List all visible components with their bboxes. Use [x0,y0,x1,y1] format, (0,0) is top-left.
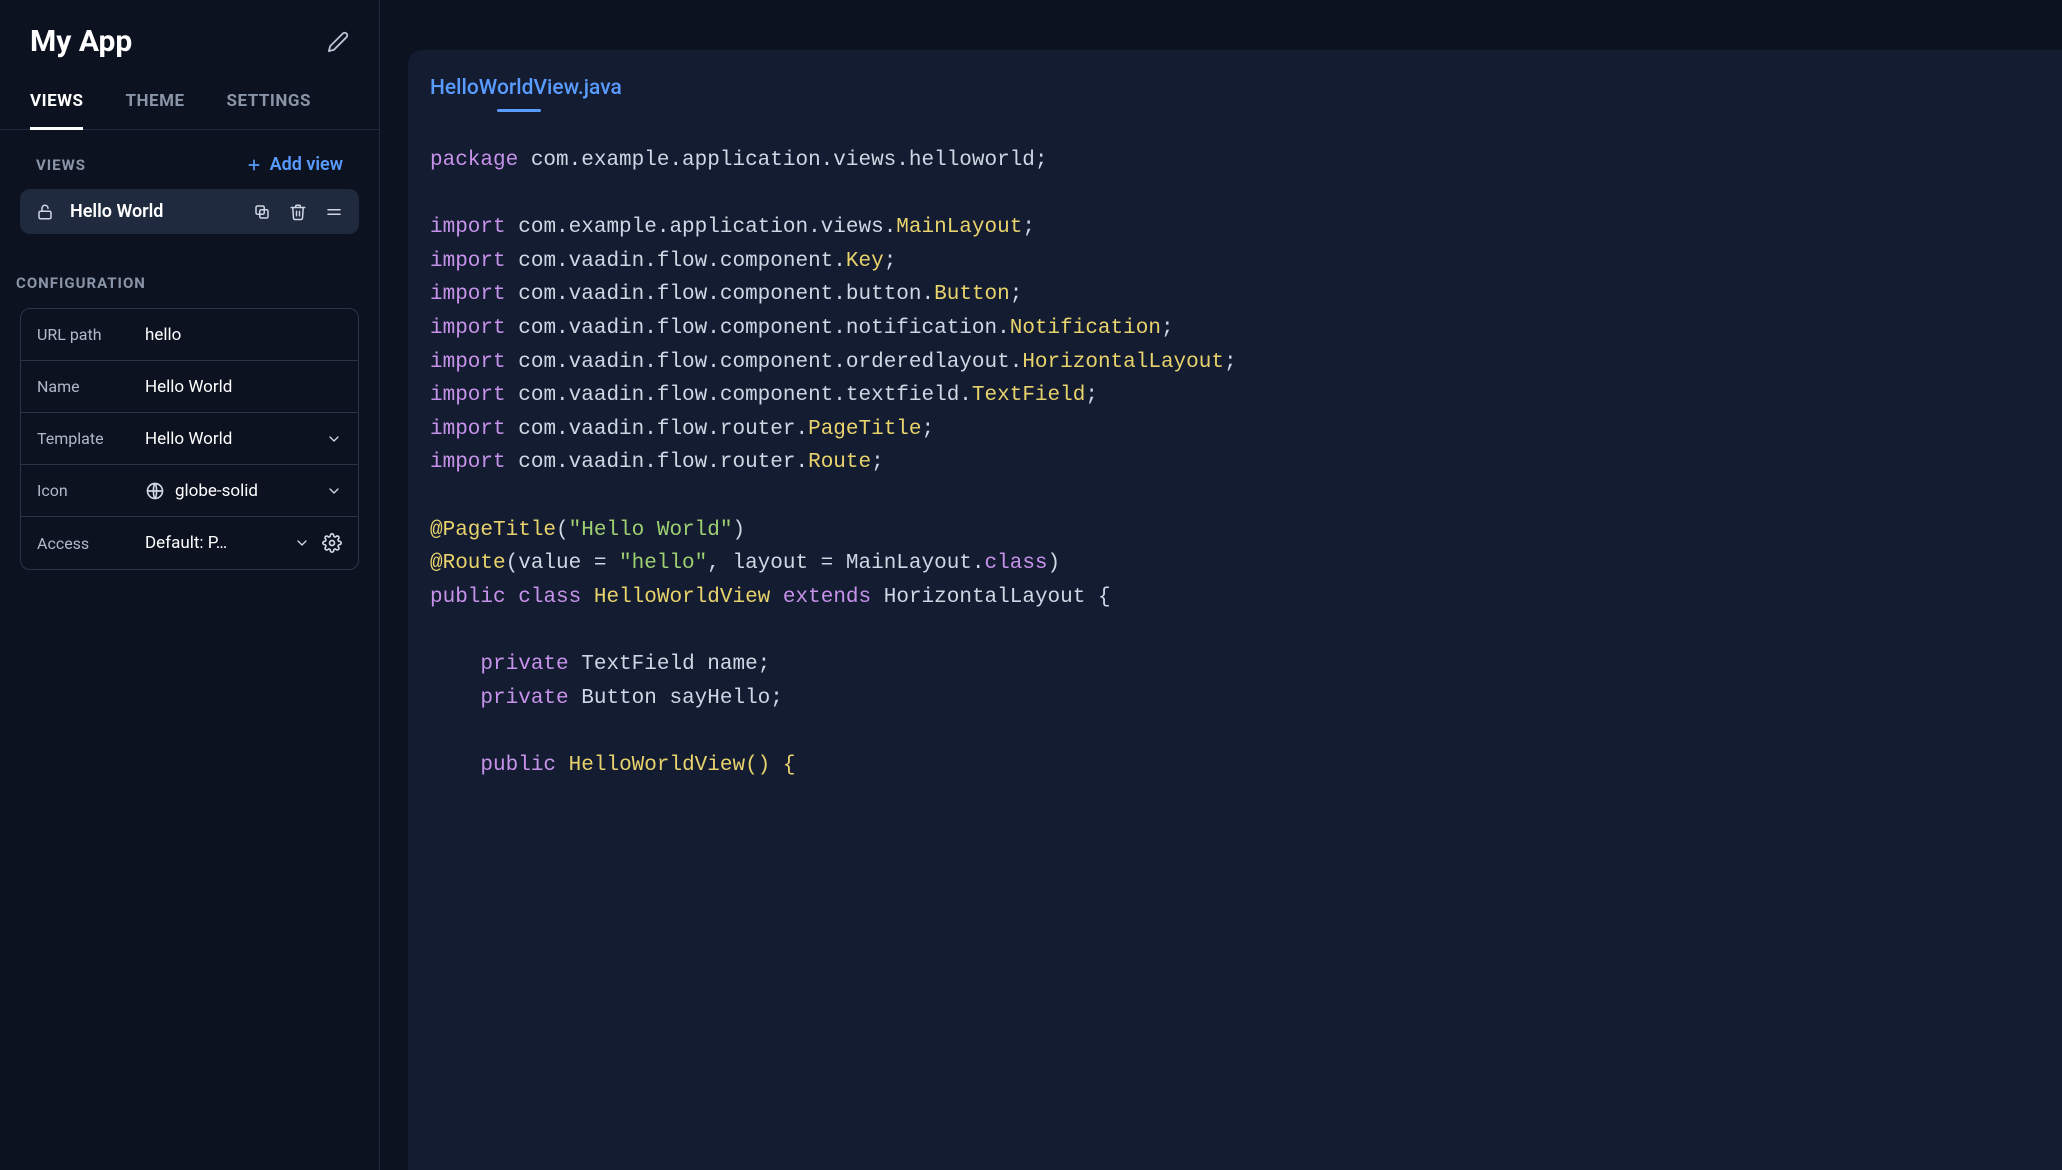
add-view-button[interactable]: Add view [246,154,343,175]
config-val-access: Default: P… [145,533,294,553]
trash-icon[interactable] [289,203,307,221]
views-section: VIEWS Add view Hello World [0,130,379,248]
editor-card: HelloWorldView.java package com.example.… [408,50,2062,1170]
config-key-access: Access [37,534,145,553]
configuration-panel: URL path hello Name Hello World Template… [20,308,359,570]
lock-open-icon [36,203,54,221]
plus-icon [246,157,262,173]
tab-settings[interactable]: SETTINGS [227,77,311,129]
view-item-label: Hello World [70,201,253,222]
configuration-section-label: CONFIGURATION [0,248,379,308]
config-key-icon: Icon [37,481,145,500]
sidebar: My App VIEWS THEME SETTINGS VIEWS Add vi… [0,0,380,1170]
chevron-down-icon [326,431,342,447]
config-name[interactable]: Name Hello World [21,361,358,413]
app-title: My App [30,24,132,59]
config-key-url: URL path [37,325,145,344]
gear-icon[interactable] [322,533,342,553]
config-val-name: Hello World [145,377,342,397]
add-view-label: Add view [270,154,343,175]
config-template[interactable]: Template Hello World [21,413,358,465]
tab-views[interactable]: VIEWS [30,77,83,129]
sidebar-header: My App [0,0,379,77]
views-section-label: VIEWS [36,156,86,174]
globe-icon [145,481,165,501]
chevron-down-icon [294,535,310,551]
editor-tab-label: HelloWorldView.java [430,76,622,100]
sidebar-tabs: VIEWS THEME SETTINGS [0,77,379,130]
config-val-url: hello [145,325,342,345]
editor-area: HelloWorldView.java package com.example.… [380,0,2062,1170]
config-val-icon: globe-solid [145,481,326,501]
copy-icon[interactable] [253,203,271,221]
config-key-template: Template [37,429,145,448]
drag-handle-icon[interactable] [325,203,343,221]
config-icon[interactable]: Icon globe-solid [21,465,358,517]
view-item-actions [253,203,343,221]
editor-tab[interactable]: HelloWorldView.java [408,70,630,100]
chevron-down-icon [326,483,342,499]
config-key-name: Name [37,377,145,396]
config-access[interactable]: Access Default: P… [21,517,358,569]
config-url-path[interactable]: URL path hello [21,309,358,361]
view-item[interactable]: Hello World [20,189,359,234]
config-val-template: Hello World [145,429,326,449]
tab-theme[interactable]: THEME [125,77,184,129]
pencil-icon[interactable] [327,31,349,53]
code-block: package com.example.application.views.he… [408,100,2062,812]
